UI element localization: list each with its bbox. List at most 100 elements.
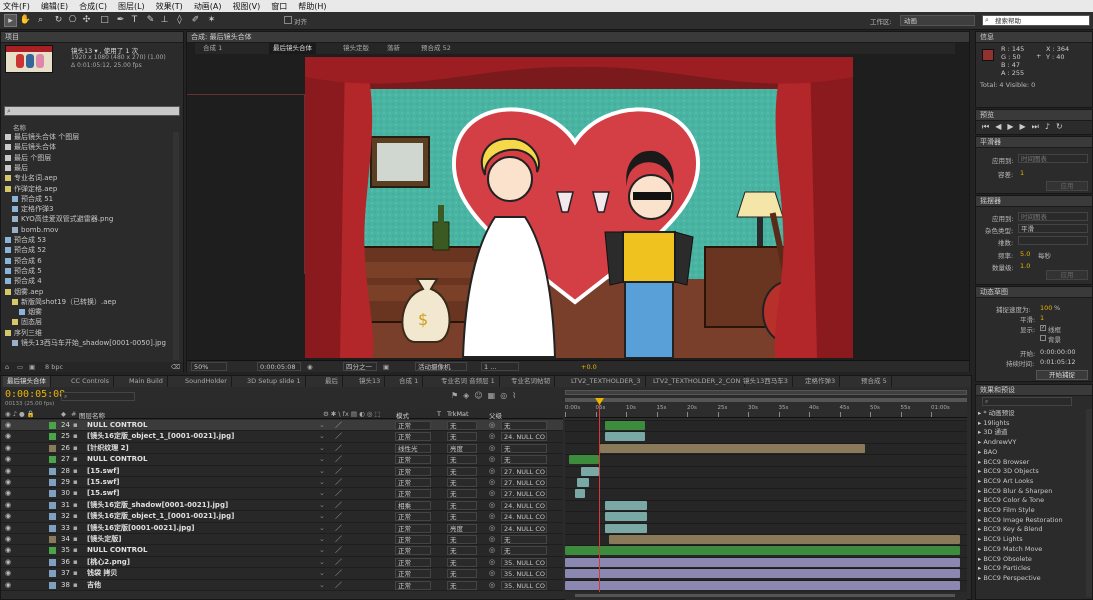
mode-select[interactable]: 正常 bbox=[395, 569, 431, 579]
effects-category[interactable]: ▸ BCC9 Color & Tone bbox=[978, 496, 1088, 506]
work-area-bar[interactable] bbox=[565, 398, 967, 402]
zoom-tool-icon[interactable]: ⌕ bbox=[34, 14, 47, 27]
parent-pickwhip-icon[interactable]: ◎ bbox=[489, 568, 497, 579]
shy-switch-icon[interactable]: ⌄ bbox=[319, 500, 327, 511]
project-item[interactable]: 最后镜头合体 bbox=[1, 142, 179, 152]
visibility-eye-icon[interactable]: ◉ bbox=[5, 557, 13, 568]
timeline-zoom-slider[interactable] bbox=[575, 594, 955, 597]
layer-name[interactable]: NULL CONTROL bbox=[87, 545, 307, 556]
trash-icon[interactable]: ⌫ bbox=[171, 363, 180, 371]
timeline-tab[interactable]: LTV2_TEXTHOLDER_3 bbox=[567, 376, 646, 387]
last-frame-icon[interactable]: ⏭ bbox=[1032, 122, 1045, 131]
layer-duration-bar[interactable] bbox=[609, 535, 960, 544]
align-checkbox[interactable] bbox=[284, 16, 292, 24]
parent-pickwhip-icon[interactable]: ◎ bbox=[489, 545, 497, 556]
breadcrumb-item[interactable]: 合成 1 bbox=[199, 43, 226, 54]
parent-select[interactable]: 无 bbox=[501, 443, 547, 453]
layer-duration-bar[interactable] bbox=[600, 443, 865, 453]
breadcrumb-item[interactable]: 预合成 52 bbox=[417, 43, 455, 54]
breadcrumb-item[interactable]: 最后镜头合体 bbox=[269, 43, 316, 54]
wiggler-dim-select[interactable] bbox=[1018, 236, 1088, 245]
project-item[interactable]: 专业名词.aep bbox=[1, 173, 179, 183]
layer-name[interactable]: [15.swf] bbox=[87, 488, 307, 499]
timeline-tab[interactable]: 3D Setup slide 1 bbox=[243, 376, 306, 387]
layer-name[interactable]: NULL CONTROL bbox=[87, 420, 307, 431]
shy-switch-icon[interactable]: ⌄ bbox=[319, 420, 327, 431]
quality-switch-icon[interactable]: ／ bbox=[335, 420, 343, 431]
layer-label-color[interactable] bbox=[49, 501, 56, 509]
parent-pickwhip-icon[interactable]: ◎ bbox=[489, 523, 497, 534]
effects-category[interactable]: ▸ AndrewVY bbox=[978, 438, 1088, 448]
visibility-eye-icon[interactable]: ◉ bbox=[5, 477, 13, 488]
project-item[interactable]: 最后 个图层 bbox=[1, 153, 179, 163]
trkmat-select[interactable]: 无 bbox=[447, 569, 477, 579]
time-navigator[interactable] bbox=[565, 390, 967, 395]
shy-switch-icon[interactable]: ⌄ bbox=[319, 466, 327, 477]
parent-select[interactable]: 27. NULL CO bbox=[501, 478, 547, 487]
project-item[interactable]: 序列三维 bbox=[1, 328, 179, 338]
selection-tool-icon[interactable]: ▸ bbox=[4, 14, 17, 27]
smoother-apply-button[interactable]: 应用 bbox=[1046, 181, 1088, 191]
layer-label-color[interactable] bbox=[49, 490, 56, 498]
timeline-zoom-bar[interactable] bbox=[565, 592, 967, 600]
parent-select[interactable]: 24. NULL CO bbox=[501, 523, 547, 533]
loop-icon[interactable]: ↻ bbox=[1056, 122, 1069, 131]
quality-switch-icon[interactable]: ／ bbox=[335, 466, 343, 477]
wiggler-apply-button[interactable]: 应用 bbox=[1046, 270, 1088, 280]
layer-name[interactable]: [15.swf] bbox=[87, 466, 307, 477]
effects-category[interactable]: ▸ BCC9 Obsolete bbox=[978, 555, 1088, 565]
timeline-tab[interactable]: LTV2_TEXTHOLDER_2_CON bbox=[649, 376, 746, 387]
camera-select[interactable]: 活动摄像机 bbox=[415, 362, 467, 371]
layer-label-color[interactable] bbox=[49, 570, 56, 578]
visibility-eye-icon[interactable]: ◉ bbox=[5, 534, 13, 545]
motion-blur-icon[interactable]: ◎ bbox=[500, 391, 512, 400]
layer-label-color[interactable] bbox=[49, 581, 56, 589]
layer-duration-bar[interactable] bbox=[605, 432, 645, 442]
pan-behind-tool-icon[interactable]: ✣ bbox=[80, 14, 93, 27]
playhead-line[interactable] bbox=[599, 398, 600, 598]
layer-label-color[interactable] bbox=[49, 433, 56, 441]
puppet-tool-icon[interactable]: ✶ bbox=[205, 14, 218, 27]
project-item[interactable]: 新版简shot19（已转换）.aep bbox=[1, 297, 179, 307]
timeline-tab[interactable]: 专业名词 音频层 1 bbox=[437, 376, 500, 387]
comp-mini-flowchart-icon[interactable]: ⚑ bbox=[451, 391, 463, 400]
quality-switch-icon[interactable]: ／ bbox=[335, 488, 343, 499]
smoother-title[interactable]: 平滑器 bbox=[976, 137, 1092, 148]
layer-row[interactable]: ◉ 38 ▪ 吉他 ⌄ ／ 正常 无 ◎ 35. NULL CO bbox=[1, 579, 563, 591]
shy-icon[interactable]: ☺ bbox=[474, 391, 487, 400]
mode-select[interactable]: 正常 bbox=[395, 512, 431, 522]
layer-name-col[interactable]: 图层名称 bbox=[79, 410, 105, 420]
layer-row[interactable]: ◉ 25 ▪ [镜头16定版_object_1_[0001-0021].jpg] ⌄ ／ 正… bbox=[1, 431, 563, 443]
views-select[interactable]: 1 ... bbox=[481, 362, 519, 371]
shy-switch-icon[interactable]: ⌄ bbox=[319, 568, 327, 579]
rotate-tool-icon[interactable]: ↻ bbox=[52, 14, 65, 27]
trkmat-select[interactable]: 无 bbox=[447, 535, 477, 544]
project-item[interactable]: 固态层 bbox=[1, 317, 179, 327]
resolution-select[interactable]: 四分之一 bbox=[343, 362, 377, 371]
timeline-tab[interactable]: 镜头13西马车3 bbox=[739, 376, 793, 387]
quality-switch-icon[interactable]: ／ bbox=[335, 431, 343, 442]
wiggler-mag-value[interactable]: 1.0 bbox=[1020, 262, 1030, 270]
wiggler-apply-select[interactable]: 时间图表 bbox=[1018, 212, 1088, 221]
new-folder-icon[interactable]: ▭ bbox=[17, 363, 23, 371]
parent-select[interactable]: 无 bbox=[501, 546, 547, 556]
project-item[interactable]: 预合成 51 bbox=[1, 194, 179, 204]
quality-switch-icon[interactable]: ／ bbox=[335, 523, 343, 534]
effects-category[interactable]: ▸ BCC9 Art Looks bbox=[978, 477, 1088, 487]
effects-category[interactable]: ▸ BCC9 Lights bbox=[978, 535, 1088, 545]
visibility-eye-icon[interactable]: ◉ bbox=[5, 545, 13, 556]
parent-pickwhip-icon[interactable]: ◎ bbox=[489, 580, 497, 591]
timeline-tab[interactable]: 合成 1 bbox=[395, 376, 424, 387]
help-search-input[interactable]: 搜索帮助 bbox=[982, 15, 1090, 26]
parent-pickwhip-icon[interactable]: ◎ bbox=[489, 534, 497, 545]
smoother-apply-select[interactable]: 时间图表 bbox=[1018, 154, 1088, 163]
layer-row[interactable]: ◉ 32 ▪ [镜头16定版_object_1_[0001-0021].jpg] ⌄ ／ 正… bbox=[1, 511, 563, 523]
effects-category[interactable]: ▸ BCC9 Perspective bbox=[978, 574, 1088, 584]
layer-duration-bar[interactable] bbox=[565, 569, 960, 579]
mode-select[interactable]: 正常 bbox=[395, 455, 431, 465]
parent-select[interactable]: 24. NULL CO bbox=[501, 432, 547, 442]
parent-pickwhip-icon[interactable]: ◎ bbox=[489, 511, 497, 522]
layer-row[interactable]: ◉ 35 ▪ NULL CONTROL ⌄ ／ 正常 无 ◎ 无 bbox=[1, 545, 563, 557]
layer-label-color[interactable] bbox=[49, 422, 56, 429]
ms-background-checkbox[interactable] bbox=[1040, 335, 1046, 341]
